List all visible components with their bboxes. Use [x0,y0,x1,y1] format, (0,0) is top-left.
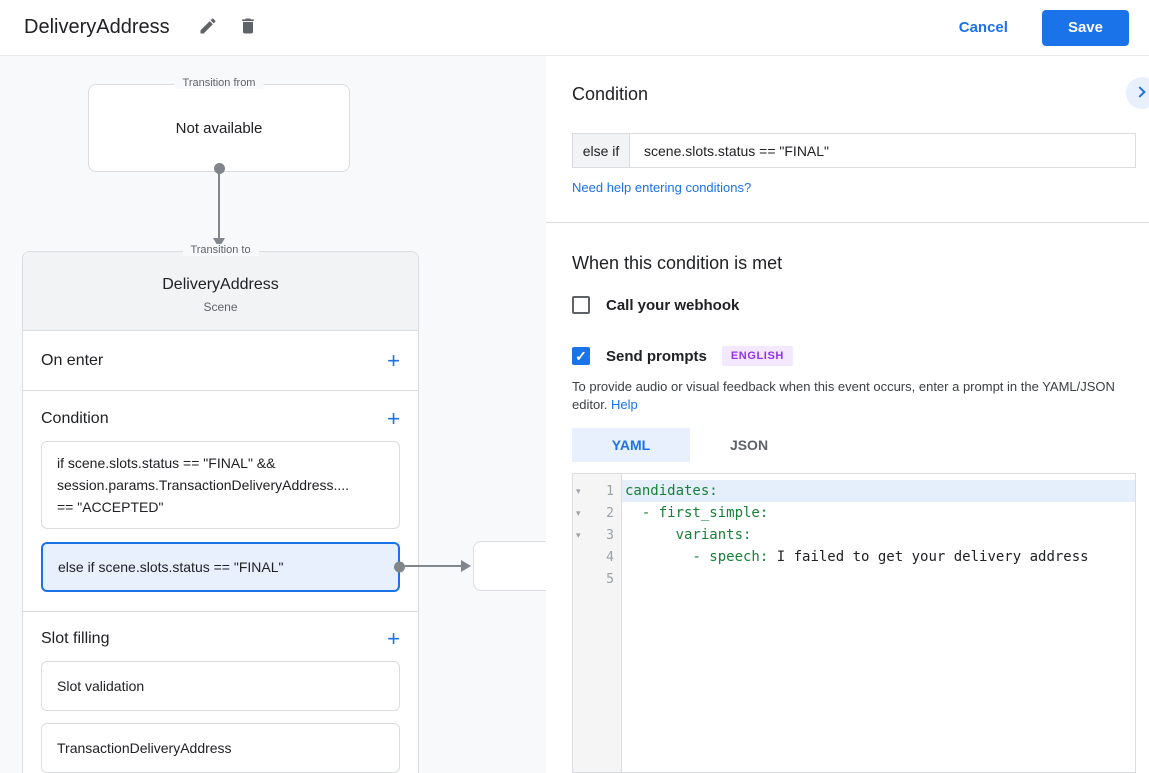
line-number: 4 [606,549,614,565]
page-title: DeliveryAddress [24,16,170,38]
connector-line [405,565,465,567]
arrow-right-icon [461,560,471,572]
transition-from-box: Transition from Not available [88,77,350,172]
send-prompts-checkbox[interactable]: ✓ [572,347,590,365]
scene-type-label: Scene [203,300,238,314]
condition-section-header: Condition + [41,405,400,433]
edit-name-button[interactable] [192,12,224,44]
call-webhook-label: Call your webhook [606,296,740,314]
connector-dot [394,561,405,573]
delete-scene-button[interactable] [232,12,264,44]
save-button[interactable]: Save [1041,9,1129,46]
slot-item-transaction-delivery-address[interactable]: TransactionDeliveryAddress [41,723,400,773]
scene-editor-app: DeliveryAddress Cancel Save Transition f… [0,0,1149,773]
top-bar: DeliveryAddress Cancel Save [0,0,1149,56]
panel-title: Condition [572,84,649,104]
add-slot-icon[interactable]: + [387,628,400,650]
transition-from-label: Transition from [174,77,264,89]
slot-item-validation[interactable]: Slot validation [41,661,400,711]
send-prompts-label: Send prompts [606,347,707,365]
condition-else-text: else if scene.slots.status == "FINAL" [58,559,284,575]
language-badge: ENGLISH [721,346,793,366]
fold-icon[interactable]: ▾ [573,486,588,497]
conditions-help-link[interactable]: Need help entering conditions? [572,180,751,195]
add-on-enter-icon[interactable]: + [387,349,400,371]
editor-gutter: ▾ 1 ▾ 2 ▾ 3 4 5 [573,474,622,772]
pencil-icon [198,16,218,39]
code-line: - speech: I failed to get your delivery … [622,546,1135,568]
chevron-right-icon [1134,86,1146,98]
yaml-key: variants: [625,527,752,543]
condition-if-line2: session.params.TransactionDeliveryAddres… [57,477,350,493]
line-number: 1 [606,483,614,499]
scene-card-header: DeliveryAddress Scene [23,252,418,331]
transition-to-label: Transition to [182,244,259,256]
code-line: variants: [622,524,1135,546]
cancel-button[interactable]: Cancel [959,19,1008,36]
scene-name: DeliveryAddress [162,276,279,293]
condition-expression-input[interactable]: scene.slots.status == "FINAL" [630,134,1135,167]
line-number: 5 [606,571,614,587]
tab-json[interactable]: JSON [690,428,808,462]
prompt-description-text: To provide audio or visual feedback when… [572,379,1115,412]
tab-yaml[interactable]: YAML [572,428,690,462]
condition-if-line3: == "ACCEPTED" [57,499,164,515]
gutter-row: ▾ 2 [573,502,621,524]
gutter-row: 5 [573,568,621,590]
divider [546,222,1149,223]
check-icon: ✓ [575,348,587,364]
yaml-key: - first_simple: [625,505,769,521]
prompt-help-link[interactable]: Help [611,397,638,412]
fold-icon[interactable]: ▾ [573,530,588,541]
on-enter-section[interactable]: On enter + [23,331,418,391]
gutter-row: ▾ 1 [573,480,621,502]
gutter-row: ▾ 3 [573,524,621,546]
code-line: - first_simple: [622,502,1135,524]
transition-target-box[interactable] [473,541,546,591]
prompt-description: To provide audio or visual feedback when… [572,378,1128,413]
yaml-key: - speech: [625,549,769,565]
trash-icon [238,16,258,39]
fold-icon[interactable]: ▾ [573,508,588,519]
slot-filling-title: Slot filling [41,630,110,647]
condition-item-if[interactable]: if scene.slots.status == "FINAL" && sess… [41,441,400,529]
condition-item-else-selected[interactable]: else if scene.slots.status == "FINAL" [41,542,405,592]
on-enter-title: On enter [41,351,104,369]
when-condition-met-title: When this condition is met [572,253,783,273]
line-number: 3 [606,527,614,543]
condition-prefix-label: else if [573,134,630,167]
yaml-key: candidates: [625,483,718,499]
condition-detail-panel: Condition else if scene.slots.status == … [546,56,1149,773]
transition-from-value: Not available [175,119,263,137]
collapse-panel-button[interactable] [1126,77,1149,109]
yaml-code-editor[interactable]: ▾ 1 ▾ 2 ▾ 3 4 5 candidates: - first_simp… [572,473,1136,773]
send-prompts-row: ✓ Send prompts ENGLISH [572,346,793,366]
condition-title: Condition [41,410,109,427]
connector-line [218,172,220,238]
condition-if-line1: if scene.slots.status == "FINAL" && [57,455,276,471]
slot-filling-section: Slot filling + Slot validation Transacti… [23,612,418,773]
editor-tabs: YAML JSON [572,428,808,462]
slot-filling-header: Slot filling + [41,625,400,653]
call-webhook-row: Call your webhook [572,296,739,314]
editor-code-area[interactable]: candidates: - first_simple: variants: - … [622,474,1135,772]
condition-section: Condition + if scene.slots.status == "FI… [23,391,418,612]
line-number: 2 [606,505,614,521]
yaml-value: I failed to get your delivery address [768,549,1089,565]
add-condition-icon[interactable]: + [387,408,400,430]
condition-expression-field: else if scene.slots.status == "FINAL" [572,133,1136,168]
gutter-row: 4 [573,546,621,568]
code-line-active: candidates: [622,480,1135,502]
scene-card: Transition to DeliveryAddress Scene On e… [22,244,419,773]
flow-canvas: Transition from Not available Transition… [0,56,546,773]
call-webhook-checkbox[interactable] [572,296,590,314]
